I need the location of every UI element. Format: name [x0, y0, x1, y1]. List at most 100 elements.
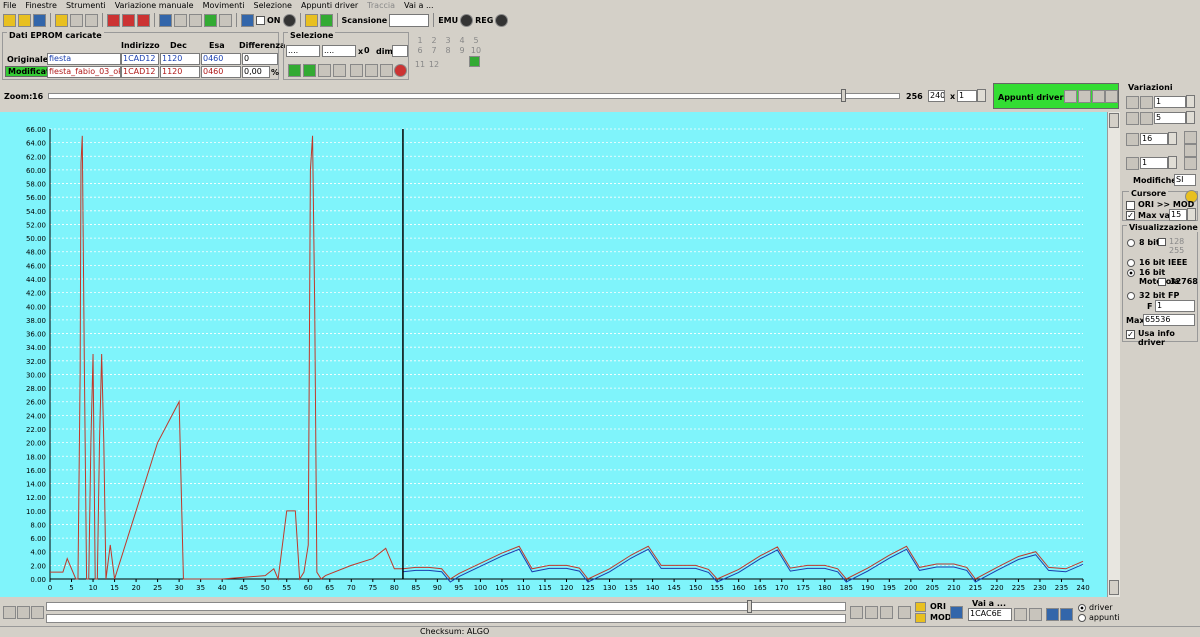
scroll-down-icon[interactable]: [1109, 580, 1119, 595]
var-step3-spinner[interactable]: [1168, 132, 1177, 145]
calc-icon[interactable]: [159, 13, 172, 27]
filter-icon[interactable]: [241, 13, 254, 27]
next-step-icon[interactable]: [850, 606, 863, 619]
modificato-indirizzo[interactable]: 1CAD12: [121, 66, 159, 78]
var-step1-spinner[interactable]: [1186, 95, 1195, 108]
vai-a-icon[interactable]: [1014, 608, 1027, 621]
numpad-6[interactable]: 6: [413, 46, 427, 55]
vai-input[interactable]: 1CAC6E: [968, 608, 1012, 621]
bookmark-icon[interactable]: [898, 606, 911, 619]
graph-icon[interactable]: [219, 13, 232, 27]
usa-info-checkbox[interactable]: ✓: [1126, 330, 1135, 339]
menu-vai[interactable]: Vai a ...: [404, 1, 434, 10]
zoom-value[interactable]: 240: [928, 90, 945, 102]
sel-copy-icon[interactable]: [318, 64, 331, 77]
var-down2-icon[interactable]: [1140, 112, 1153, 125]
scansione-select[interactable]: [389, 13, 430, 27]
chart-icon[interactable]: [204, 13, 217, 27]
var-p-icon[interactable]: [1126, 157, 1139, 170]
run-icon[interactable]: [319, 13, 333, 27]
chart-area[interactable]: 0.00 2.00 4.00 6.00 8.00 10.00 12.00 14.00 16.00…: [0, 112, 1107, 597]
radio-32fp[interactable]: [1127, 292, 1135, 300]
appunti-save-icon[interactable]: [1105, 90, 1118, 103]
vai-b-icon[interactable]: [1029, 608, 1042, 621]
max-select[interactable]: 65536: [1143, 314, 1195, 326]
grid-icon[interactable]: [122, 13, 135, 27]
menu-appunti[interactable]: Appunti driver: [301, 1, 358, 10]
appunti-add-icon[interactable]: [1064, 90, 1077, 103]
radio-ieee[interactable]: [1127, 259, 1135, 267]
appunti-edit-icon[interactable]: [1078, 90, 1091, 103]
disk2-icon[interactable]: [85, 13, 98, 27]
numpad-7[interactable]: 7: [427, 46, 441, 55]
driver-next-icon[interactable]: [1060, 608, 1073, 621]
check-128[interactable]: [1158, 238, 1166, 246]
folder-icon[interactable]: [55, 13, 68, 27]
var-step2[interactable]: 5: [1154, 112, 1186, 124]
zoom-mult-spinner[interactable]: [977, 89, 986, 102]
compare-icon[interactable]: [189, 13, 202, 27]
open-icon[interactable]: [3, 13, 16, 27]
position-slider[interactable]: [46, 600, 846, 613]
originale-esa[interactable]: 0460: [201, 53, 241, 65]
max-var-value[interactable]: 15: [1169, 209, 1187, 221]
driver-prev-icon[interactable]: [1046, 608, 1059, 621]
sel-clear-icon[interactable]: [394, 64, 407, 77]
chart-scrollbar[interactable]: [1107, 112, 1120, 597]
numpad-3[interactable]: 3: [441, 36, 455, 45]
numpad-10[interactable]: 10: [469, 46, 483, 55]
numpad-4[interactable]: 4: [455, 36, 469, 45]
modificato-diff[interactable]: 0,00: [242, 66, 270, 78]
var-step3[interactable]: 16: [1140, 133, 1168, 145]
sel-all-icon[interactable]: [288, 64, 301, 77]
person-icon[interactable]: [304, 13, 318, 27]
var-step4[interactable]: 1: [1140, 157, 1168, 169]
numpad-1[interactable]: 1: [413, 36, 427, 45]
max-var-spinner[interactable]: [1187, 208, 1196, 221]
ori-icon[interactable]: [915, 602, 926, 612]
menu-selezione[interactable]: Selezione: [254, 1, 292, 10]
check-icon[interactable]: [107, 13, 120, 27]
numpad-5[interactable]: 5: [469, 36, 483, 45]
zoom-thumb[interactable]: [841, 89, 846, 102]
numpad-2[interactable]: 2: [427, 36, 441, 45]
ori-mod-checkbox[interactable]: [1126, 201, 1135, 210]
numpad-11[interactable]: 11: [413, 60, 427, 69]
check-32768[interactable]: [1158, 278, 1166, 286]
radio-8bit[interactable]: [1127, 239, 1135, 247]
prev-icon[interactable]: [17, 606, 30, 619]
var-m-icon[interactable]: [1184, 144, 1197, 157]
emu-icon[interactable]: [460, 13, 474, 27]
radio-appunti[interactable]: [1078, 614, 1086, 622]
table-icon[interactable]: [137, 13, 150, 27]
sel-range-icon[interactable]: [303, 64, 316, 77]
var-step4-spinner[interactable]: [1168, 156, 1177, 169]
var-step1[interactable]: 1: [1154, 96, 1186, 108]
selezione-from[interactable]: ....: [286, 45, 320, 57]
var-down-icon[interactable]: [1140, 96, 1153, 109]
position-thumb[interactable]: [747, 600, 752, 613]
var-step2-spinner[interactable]: [1186, 111, 1195, 124]
scroll-up-icon[interactable]: [1109, 113, 1119, 128]
sigma-icon[interactable]: [174, 13, 187, 27]
next-icon[interactable]: [865, 606, 878, 619]
originale-diff[interactable]: 0: [242, 53, 278, 65]
var-d-icon[interactable]: [1184, 157, 1197, 170]
numpad-8[interactable]: 8: [441, 46, 455, 55]
zoom-mult[interactable]: 1: [957, 90, 977, 102]
menu-finestre[interactable]: Finestre: [25, 1, 57, 10]
max-var-checkbox[interactable]: ✓: [1126, 211, 1135, 220]
originale-indirizzo[interactable]: 1CAD12: [121, 53, 159, 65]
on-checkbox[interactable]: [256, 15, 265, 25]
open-folder-icon[interactable]: [18, 13, 31, 27]
numpad-9[interactable]: 9: [455, 46, 469, 55]
sel-paste-icon[interactable]: [333, 64, 346, 77]
var-up-icon[interactable]: [1126, 96, 1139, 109]
sel-a-icon[interactable]: [350, 64, 363, 77]
numpad-go-icon[interactable]: [469, 56, 480, 67]
fine-slider[interactable]: [46, 614, 846, 623]
save-icon[interactable]: [33, 13, 46, 27]
radio-driver[interactable]: [1078, 604, 1086, 612]
zoom-slider[interactable]: [48, 89, 900, 102]
menu-file[interactable]: File: [3, 1, 16, 10]
